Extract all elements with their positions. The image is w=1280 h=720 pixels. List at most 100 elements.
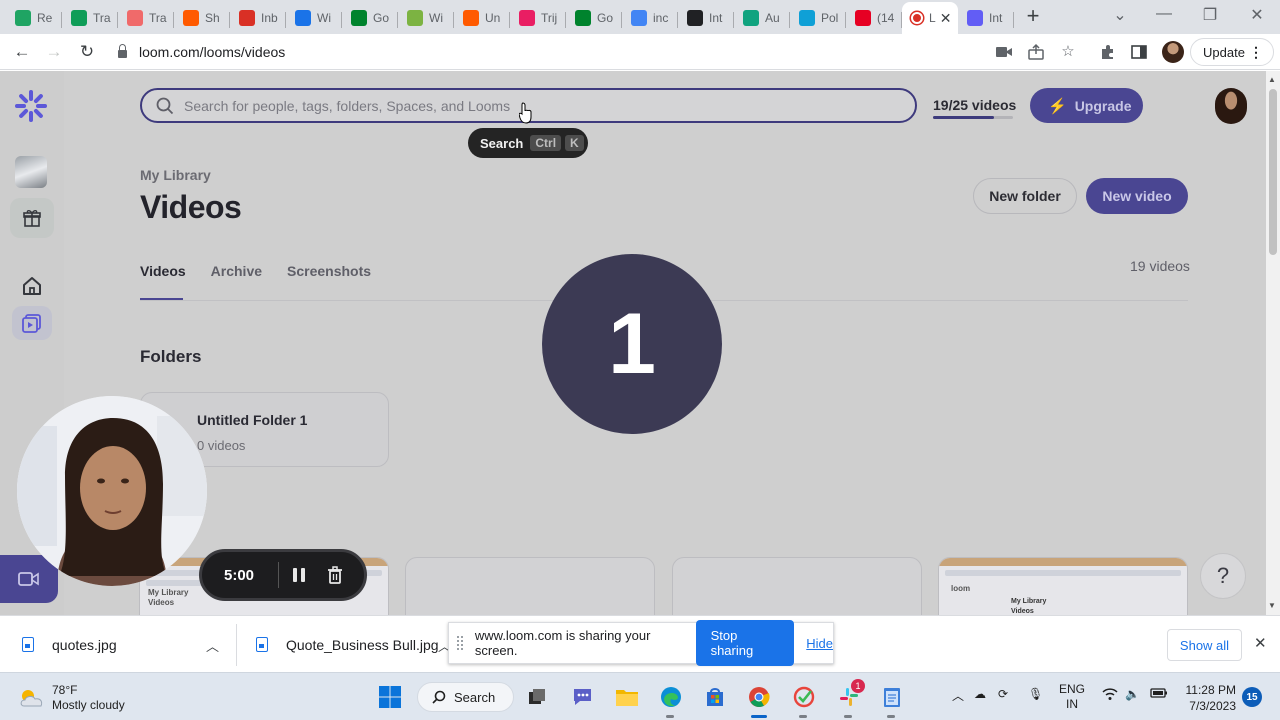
tripadvisor-icon: [519, 10, 535, 26]
close-tab-icon[interactable]: ✕: [940, 10, 952, 27]
video-card[interactable]: [672, 557, 922, 615]
slack-icon[interactable]: 1: [835, 679, 865, 711]
weather-widget[interactable]: 78°F Mostly cloudy: [18, 683, 125, 713]
video-card[interactable]: loom My Library Videos: [938, 557, 1188, 615]
browser-tab[interactable]: Wi: [398, 4, 454, 32]
wifi-icon[interactable]: [1102, 687, 1118, 704]
browser-tab[interactable]: Trij: [510, 4, 566, 32]
back-icon[interactable]: ←: [12, 42, 32, 62]
browser-tab[interactable]: (14: [846, 4, 902, 32]
browser-tab[interactable]: inc: [622, 4, 678, 32]
library-icon[interactable]: [12, 306, 52, 340]
chevron-up-icon[interactable]: ︿: [952, 687, 964, 704]
active-app-indicator: [751, 715, 767, 718]
browser-tab[interactable]: Int: [958, 4, 1014, 32]
browser-tab[interactable]: Au: [734, 4, 790, 32]
close-icon[interactable]: ✕: [1254, 634, 1267, 652]
download-item[interactable]: Quote_Business Bull.jpg: [256, 616, 439, 673]
more-menu-icon[interactable]: ⋮: [1249, 44, 1263, 60]
address-bar[interactable]: loom.com/looms/videos: [106, 37, 984, 67]
video-card[interactable]: [405, 557, 655, 615]
side-panel-icon[interactable]: [1130, 43, 1148, 61]
show-all-button[interactable]: Show all: [1167, 629, 1242, 661]
browser-tab[interactable]: Int: [678, 4, 734, 32]
browser-tab[interactable]: Un: [454, 4, 510, 32]
chevron-up-icon[interactable]: ︿: [206, 636, 219, 655]
chrome-icon[interactable]: [745, 683, 773, 711]
tab-title: Trij: [541, 11, 558, 25]
task-view-icon[interactable]: [523, 683, 551, 711]
page-scrollbar[interactable]: ▲ ▼: [1266, 71, 1280, 615]
tab-search-icon[interactable]: ⌄: [1110, 5, 1130, 25]
share-icon[interactable]: [1027, 43, 1045, 61]
tab-videos[interactable]: Videos: [140, 263, 186, 279]
battery-icon[interactable]: [1150, 687, 1168, 702]
browser-tab[interactable]: Pol: [790, 4, 846, 32]
breadcrumb[interactable]: My Library: [140, 167, 211, 183]
new-video-button[interactable]: New video: [1086, 178, 1188, 214]
volume-icon[interactable]: 🔈: [1125, 687, 1140, 701]
system-clock[interactable]: 11:28 PM 7/3/2023: [1180, 682, 1236, 714]
browser-tab[interactable]: Wi: [286, 4, 342, 32]
camera-bubble[interactable]: [17, 396, 207, 586]
tab-screenshots[interactable]: Screenshots: [287, 263, 371, 279]
onedrive-icon[interactable]: ☁: [974, 687, 986, 701]
input-language[interactable]: ENG IN: [1058, 682, 1086, 712]
scroll-down-icon[interactable]: ▼: [1268, 601, 1276, 610]
browser-tab[interactable]: L ✕: [902, 2, 958, 34]
search-placeholder: Search for people, tags, folders, Spaces…: [184, 97, 511, 114]
gift-icon[interactable]: [10, 198, 54, 238]
bookmark-star-icon[interactable]: ☆: [1059, 43, 1077, 61]
divider: [236, 624, 237, 666]
teams-chat-icon[interactable]: [569, 683, 597, 711]
camera-icon[interactable]: [995, 43, 1013, 61]
extensions-icon[interactable]: [1099, 43, 1117, 61]
minimize-button[interactable]: —: [1154, 5, 1174, 23]
help-button[interactable]: ?: [1200, 553, 1246, 599]
close-window-button[interactable]: ✕: [1247, 5, 1267, 25]
tab-title: Pol: [821, 11, 839, 25]
drag-handle-icon[interactable]: [457, 636, 463, 650]
sync-icon[interactable]: ⟳: [998, 687, 1008, 701]
maximize-button[interactable]: ❐: [1200, 5, 1220, 25]
download-item[interactable]: quotes.jpg: [22, 616, 117, 673]
tab-archive[interactable]: Archive: [211, 263, 262, 279]
browser-tab[interactable]: Re: [6, 4, 62, 32]
browser-tab[interactable]: Go: [566, 4, 622, 32]
reload-icon[interactable]: ↻: [77, 42, 97, 62]
scroll-up-icon[interactable]: ▲: [1268, 75, 1276, 84]
task-check-app-icon[interactable]: [790, 683, 818, 711]
home-icon[interactable]: [20, 274, 44, 298]
notification-count-badge[interactable]: 15: [1242, 687, 1262, 707]
taskbar-search[interactable]: Search: [417, 682, 514, 712]
stop-sharing-button[interactable]: Stop sharing: [695, 620, 795, 666]
browser-tab[interactable]: Sh: [174, 4, 230, 32]
microsoft-store-icon[interactable]: [701, 683, 729, 711]
scroll-thumb[interactable]: [1269, 89, 1277, 255]
upgrade-button[interactable]: ⚡ Upgrade: [1030, 88, 1143, 123]
browser-tab[interactable]: Tra: [118, 4, 174, 32]
notepad-icon[interactable]: [878, 683, 906, 711]
forward-icon[interactable]: →: [44, 42, 64, 62]
trash-icon[interactable]: [327, 566, 343, 584]
loom-logo-icon[interactable]: [14, 89, 48, 123]
calendar-icon: [295, 10, 311, 26]
browser-tab[interactable]: Go: [342, 4, 398, 32]
browser-tab[interactable]: Tra: [62, 4, 118, 32]
microphone-icon[interactable]: 🎙: [1028, 687, 1043, 701]
new-tab-button[interactable]: +: [1022, 5, 1044, 27]
browser-tab[interactable]: Inb: [230, 4, 286, 32]
new-folder-button[interactable]: New folder: [973, 178, 1077, 214]
file-explorer-icon[interactable]: [613, 683, 641, 711]
workspace-thumbnail[interactable]: [15, 156, 47, 188]
taskbar-search-label: Search: [454, 689, 496, 705]
windows-start-icon[interactable]: [376, 683, 404, 711]
tab-title: Inb: [261, 11, 278, 25]
video-quota[interactable]: 19/25 videos: [933, 97, 1016, 113]
pause-icon[interactable]: [293, 568, 305, 582]
update-button[interactable]: Update ⋮: [1190, 38, 1274, 66]
user-avatar[interactable]: [1215, 88, 1247, 124]
profile-avatar[interactable]: [1162, 41, 1184, 63]
edge-browser-icon[interactable]: [657, 683, 685, 711]
hide-link[interactable]: Hide: [806, 636, 833, 651]
